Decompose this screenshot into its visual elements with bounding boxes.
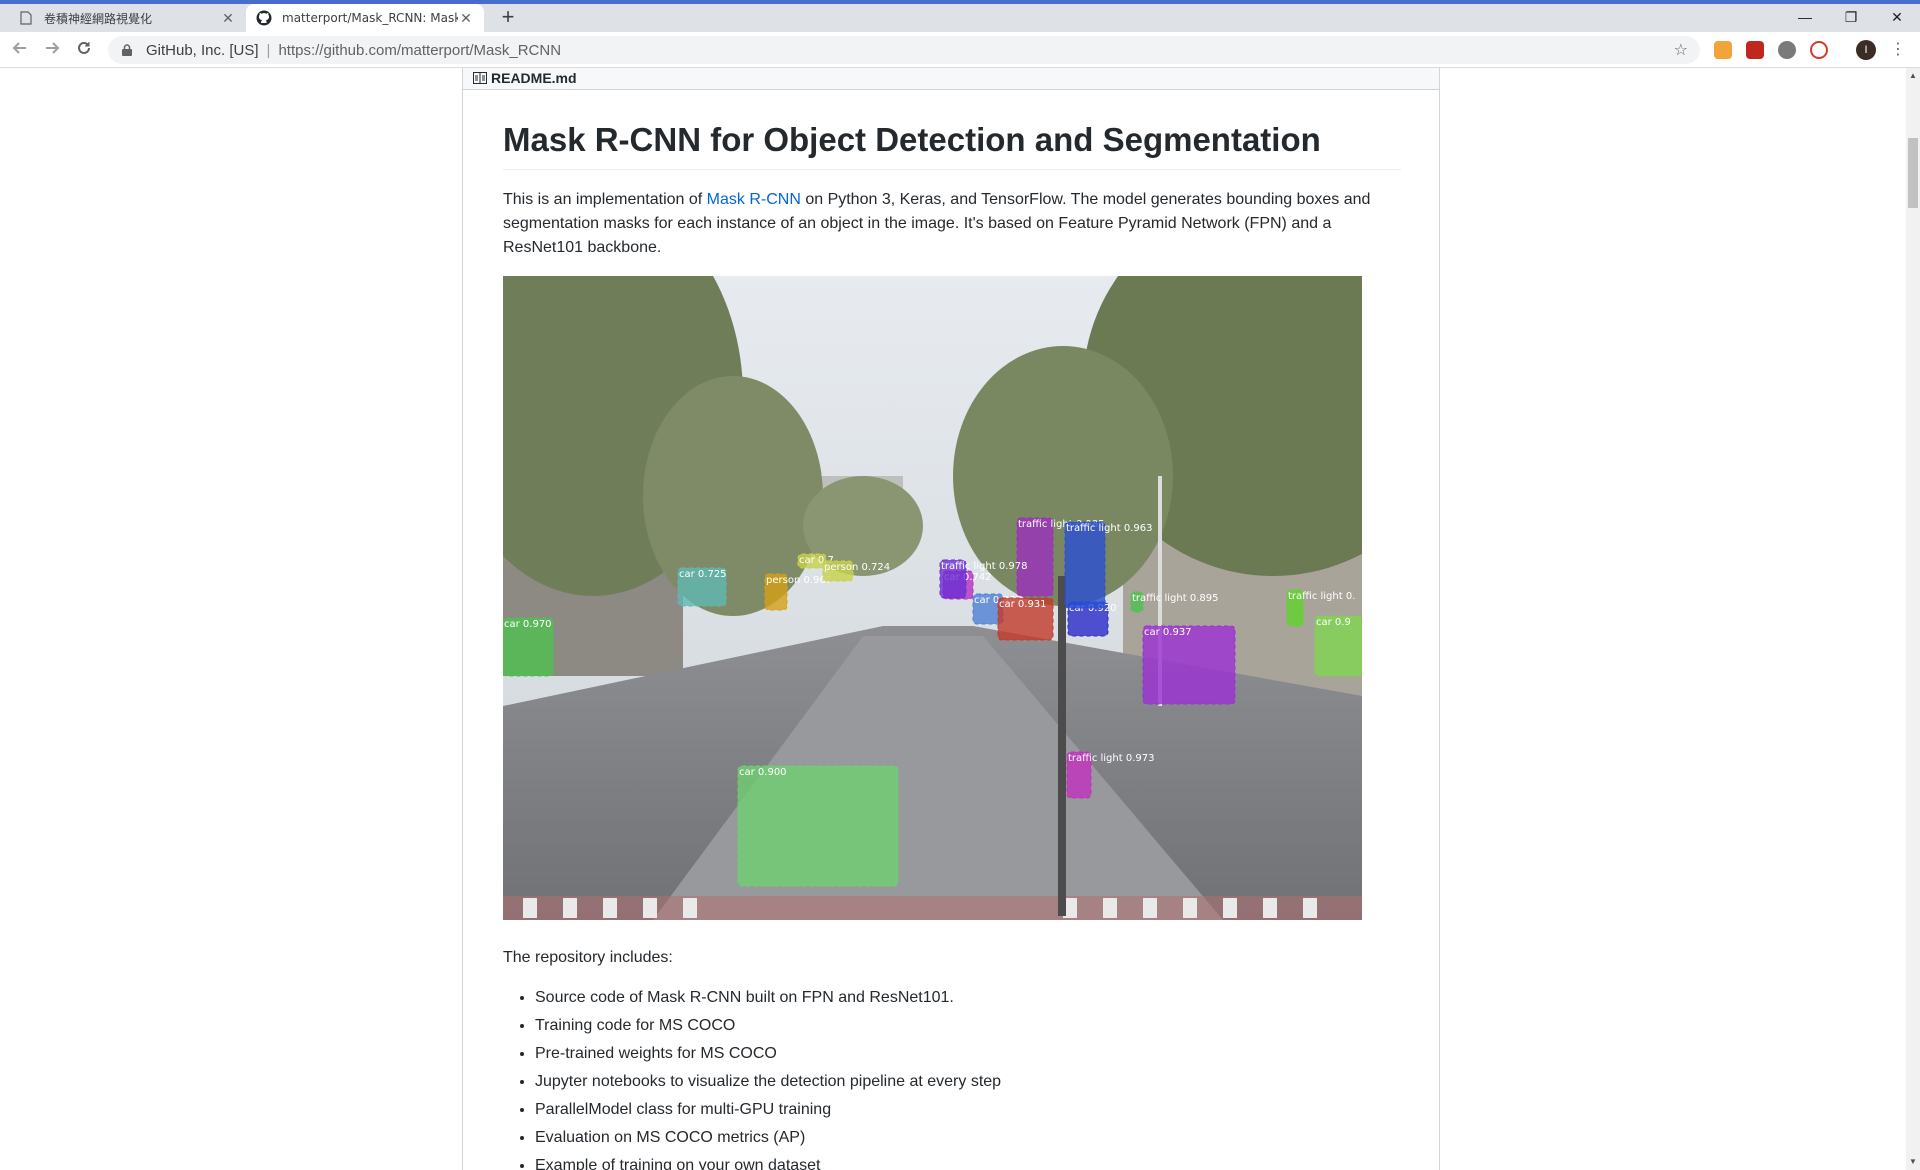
back-arrow-icon bbox=[12, 42, 26, 54]
page-icon bbox=[18, 10, 34, 26]
detection-mask: car 0.900 bbox=[737, 765, 899, 887]
readme-body: Mask R-CNN for Object Detection and Segm… bbox=[503, 89, 1401, 1170]
scroll-down-icon[interactable]: ▼ bbox=[1906, 1154, 1920, 1170]
detection-label: traffic light 0.978 bbox=[941, 561, 1027, 572]
github-icon bbox=[256, 10, 272, 26]
detection-label: car 0.900 bbox=[739, 767, 787, 778]
detection-mask: car 0.937 bbox=[1142, 625, 1236, 705]
book-icon bbox=[473, 72, 487, 84]
list-item: Training code for MS COCO bbox=[535, 1012, 1401, 1040]
minimize-button[interactable]: — bbox=[1782, 6, 1828, 30]
extension-red-icon[interactable] bbox=[1746, 41, 1764, 59]
detection-box bbox=[737, 765, 899, 887]
intro-text-start: This is an implementation of bbox=[503, 191, 707, 208]
tab-close-icon[interactable]: ✕ bbox=[458, 10, 474, 27]
close-window-button[interactable]: ✕ bbox=[1874, 6, 1920, 30]
site-identity[interactable]: GitHub, Inc. [US] bbox=[146, 42, 259, 59]
browser-toolbar: GitHub, Inc. [US] | https://github.com/m… bbox=[0, 32, 1920, 68]
detection-label: traffic light 0.963 bbox=[1066, 523, 1152, 534]
detection-label: car 0.9 bbox=[1316, 617, 1351, 628]
list-item: Evaluation on MS COCO metrics (AP) bbox=[535, 1124, 1401, 1152]
lock-icon[interactable] bbox=[120, 43, 134, 57]
restore-button[interactable]: ❐ bbox=[1828, 6, 1874, 30]
extension-blocker-icon[interactable] bbox=[1810, 41, 1828, 59]
page-viewport: README.md Mask R-CNN for Object Detectio… bbox=[0, 68, 1906, 1170]
page-title: Mask R-CNN for Object Detection and Segm… bbox=[503, 89, 1401, 170]
reload-icon bbox=[78, 41, 90, 54]
readme-container: README.md Mask R-CNN for Object Detectio… bbox=[462, 68, 1440, 1170]
detection-mask: car 0.931 bbox=[997, 597, 1054, 641]
omnibox-separator: | bbox=[266, 41, 271, 59]
detection-mask: car 0.725 bbox=[677, 567, 727, 607]
feature-list: Source code of Mask R-CNN built on FPN a… bbox=[503, 984, 1401, 1170]
includes-intro: The repository includes: bbox=[503, 949, 673, 966]
readme-file-name: README.md bbox=[491, 70, 577, 86]
forward-arrow-icon bbox=[46, 42, 60, 54]
tab-cnn-visualization[interactable]: 卷積神經網路視覺化 ✕ bbox=[8, 4, 246, 32]
menu-dots-icon[interactable]: ⋮ bbox=[1890, 38, 1906, 62]
new-tab-button[interactable]: + bbox=[496, 6, 520, 30]
list-item: Pre-trained weights for MS COCO bbox=[535, 1040, 1401, 1068]
reload-button[interactable] bbox=[72, 38, 96, 62]
detection-label: traffic light 0.973 bbox=[1068, 753, 1154, 764]
page-scrollbar[interactable]: ▲ ▼ bbox=[1906, 68, 1920, 1170]
detection-label: car 0.970 bbox=[504, 619, 552, 630]
list-item: ParallelModel class for multi-GPU traini… bbox=[535, 1096, 1401, 1124]
detection-label: traffic light 0. bbox=[1288, 591, 1355, 602]
detection-label: traffic light 0.895 bbox=[1132, 593, 1218, 604]
detection-label: person 0.724 bbox=[824, 562, 890, 573]
tab-close-icon[interactable]: ✕ bbox=[220, 10, 236, 27]
tab-strip: 卷積神經網路視覺化 ✕ matterport/Mask_RCNN: Mask ✕… bbox=[0, 0, 1920, 32]
address-bar[interactable]: GitHub, Inc. [US] | https://github.com/m… bbox=[108, 36, 1700, 64]
detection-label: car 0.937 bbox=[1144, 627, 1192, 638]
detection-label: car 0.931 bbox=[999, 599, 1047, 610]
back-button[interactable] bbox=[8, 38, 32, 62]
intro-paragraph: This is an implementation of Mask R-CNN … bbox=[503, 188, 1401, 260]
street-detection-image: car 0.970 car 0.725 person 0.967 car 0.7 per… bbox=[503, 276, 1362, 920]
readme-file-label[interactable]: README.md bbox=[473, 70, 577, 86]
forward-button[interactable] bbox=[40, 38, 64, 62]
list-item: Example of training on your own dataset bbox=[535, 1152, 1401, 1170]
readme-header: README.md bbox=[463, 68, 1439, 90]
tab-mask-rcnn[interactable]: matterport/Mask_RCNN: Mask ✕ bbox=[246, 4, 484, 32]
list-item: Source code of Mask R-CNN built on FPN a… bbox=[535, 984, 1401, 1012]
detection-mask: car 0.970 bbox=[503, 617, 554, 677]
detection-mask: car 0.9 bbox=[1314, 615, 1362, 677]
detection-box bbox=[1064, 521, 1106, 609]
tab-title: 卷積神經網路視覺化 bbox=[44, 11, 153, 26]
extension-gray-icon[interactable] bbox=[1778, 41, 1796, 59]
tab-title: matterport/Mask_RCNN: Mask bbox=[282, 11, 458, 25]
url-text[interactable]: https://github.com/matterport/Mask_RCNN bbox=[278, 42, 561, 59]
scroll-thumb[interactable] bbox=[1908, 138, 1918, 208]
scroll-up-icon[interactable]: ▲ bbox=[1906, 68, 1920, 84]
bookmark-star-icon[interactable]: ☆ bbox=[1674, 40, 1688, 60]
detection-label: person 0.967 bbox=[766, 575, 832, 586]
detection-label: car 0.725 bbox=[679, 569, 727, 580]
list-item: Jupyter notebooks to visualize the detec… bbox=[535, 1068, 1401, 1096]
extension-instagram-icon[interactable] bbox=[1714, 41, 1732, 59]
mask-rcnn-link[interactable]: Mask R-CNN bbox=[707, 191, 801, 208]
profile-avatar[interactable]: I bbox=[1856, 40, 1876, 60]
